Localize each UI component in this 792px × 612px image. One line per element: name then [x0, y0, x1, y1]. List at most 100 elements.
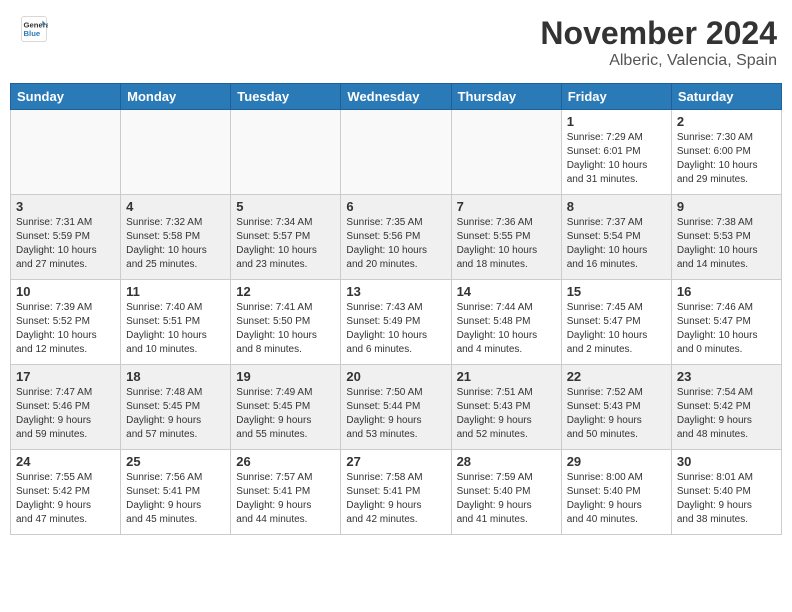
- day-info: Sunrise: 7:30 AM Sunset: 6:00 PM Dayligh…: [677, 131, 776, 187]
- calendar-day: 30 Sunrise: 8:01 AM Sunset: 5:40 PM Dayli…: [671, 450, 781, 535]
- day-number: 12: [236, 284, 335, 299]
- calendar-header-row: SundayMondayTuesdayWednesdayThursdayFrid…: [11, 84, 782, 110]
- calendar-day: 24 Sunrise: 7:55 AM Sunset: 5:42 PM Dayli…: [11, 450, 121, 535]
- location: Alberic, Valencia, Spain: [540, 52, 777, 70]
- logo-icon: General Blue: [20, 15, 48, 43]
- day-info: Sunrise: 7:52 AM Sunset: 5:43 PM Dayligh…: [567, 386, 666, 442]
- day-info: Sunrise: 7:39 AM Sunset: 5:52 PM Dayligh…: [16, 301, 115, 357]
- calendar-day: 1 Sunrise: 7:29 AM Sunset: 6:01 PM Daylig…: [561, 110, 671, 195]
- day-info: Sunrise: 8:01 AM Sunset: 5:40 PM Dayligh…: [677, 471, 776, 527]
- day-number: 17: [16, 369, 115, 384]
- calendar-day: 29Sunrise: 8:00 AM Sunset: 5:40 PM Dayli…: [561, 450, 671, 535]
- calendar-day: 8 Sunrise: 7:37 AM Sunset: 5:54 PM Daylig…: [561, 195, 671, 280]
- calendar-day: [11, 110, 121, 195]
- title-block: November 2024 Alberic, Valencia, Spain: [540, 15, 777, 70]
- day-number: 13: [346, 284, 445, 299]
- day-number: 20: [346, 369, 445, 384]
- day-info: Sunrise: 7:37 AM Sunset: 5:54 PM Dayligh…: [567, 216, 666, 272]
- day-number: 2: [677, 114, 776, 129]
- col-header-saturday: Saturday: [671, 84, 781, 110]
- calendar-day: 16 Sunrise: 7:46 AM Sunset: 5:47 PM Dayli…: [671, 280, 781, 365]
- day-info: Sunrise: 7:49 AM Sunset: 5:45 PM Dayligh…: [236, 386, 335, 442]
- calendar-day: 21Sunrise: 7:51 AM Sunset: 5:43 PM Dayli…: [451, 365, 561, 450]
- col-header-friday: Friday: [561, 84, 671, 110]
- day-info: Sunrise: 8:00 AM Sunset: 5:40 PM Dayligh…: [567, 471, 666, 527]
- day-number: 24: [16, 454, 115, 469]
- day-info: Sunrise: 7:48 AM Sunset: 5:45 PM Dayligh…: [126, 386, 225, 442]
- calendar-table: SundayMondayTuesdayWednesdayThursdayFrid…: [10, 83, 782, 535]
- calendar-week-row-2: 10 Sunrise: 7:39 AM Sunset: 5:52 PM Dayli…: [11, 280, 782, 365]
- day-number: 27: [346, 454, 445, 469]
- day-info: Sunrise: 7:57 AM Sunset: 5:41 PM Dayligh…: [236, 471, 335, 527]
- day-info: Sunrise: 7:43 AM Sunset: 5:49 PM Dayligh…: [346, 301, 445, 357]
- logo: General Blue: [20, 15, 48, 43]
- day-number: 14: [457, 284, 556, 299]
- calendar-day: 12 Sunrise: 7:41 AM Sunset: 5:50 PM Dayli…: [231, 280, 341, 365]
- day-number: 8: [567, 199, 666, 214]
- calendar-day: 14 Sunrise: 7:44 AM Sunset: 5:48 PM Dayli…: [451, 280, 561, 365]
- day-number: 6: [346, 199, 445, 214]
- calendar-day: [341, 110, 451, 195]
- calendar-day: [231, 110, 341, 195]
- calendar-day: 3Sunrise: 7:31 AM Sunset: 5:59 PM Daylig…: [11, 195, 121, 280]
- svg-text:General: General: [24, 21, 49, 30]
- calendar-day: 4 Sunrise: 7:32 AM Sunset: 5:58 PM Daylig…: [121, 195, 231, 280]
- day-number: 11: [126, 284, 225, 299]
- col-header-wednesday: Wednesday: [341, 84, 451, 110]
- day-info: Sunrise: 7:45 AM Sunset: 5:47 PM Dayligh…: [567, 301, 666, 357]
- day-number: 22: [567, 369, 666, 384]
- calendar-day: 10 Sunrise: 7:39 AM Sunset: 5:52 PM Dayli…: [11, 280, 121, 365]
- calendar-day: 23 Sunrise: 7:54 AM Sunset: 5:42 PM Dayli…: [671, 365, 781, 450]
- calendar-week-row-3: 17 Sunrise: 7:47 AM Sunset: 5:46 PM Dayli…: [11, 365, 782, 450]
- calendar-day: 20Sunrise: 7:50 AM Sunset: 5:44 PM Dayli…: [341, 365, 451, 450]
- svg-text:Blue: Blue: [24, 29, 41, 38]
- day-number: 23: [677, 369, 776, 384]
- day-info: Sunrise: 7:35 AM Sunset: 5:56 PM Dayligh…: [346, 216, 445, 272]
- day-number: 25: [126, 454, 225, 469]
- day-number: 30: [677, 454, 776, 469]
- day-number: 16: [677, 284, 776, 299]
- calendar-day: 28 Sunrise: 7:59 AM Sunset: 5:40 PM Dayli…: [451, 450, 561, 535]
- calendar-day: 17 Sunrise: 7:47 AM Sunset: 5:46 PM Dayli…: [11, 365, 121, 450]
- calendar-day: 15 Sunrise: 7:45 AM Sunset: 5:47 PM Dayli…: [561, 280, 671, 365]
- calendar-day: 5Sunrise: 7:34 AM Sunset: 5:57 PM Daylig…: [231, 195, 341, 280]
- day-number: 7: [457, 199, 556, 214]
- calendar-day: 13 Sunrise: 7:43 AM Sunset: 5:49 PM Dayli…: [341, 280, 451, 365]
- day-number: 3: [16, 199, 115, 214]
- day-info: Sunrise: 7:44 AM Sunset: 5:48 PM Dayligh…: [457, 301, 556, 357]
- day-info: Sunrise: 7:32 AM Sunset: 5:58 PM Dayligh…: [126, 216, 225, 272]
- day-number: 15: [567, 284, 666, 299]
- calendar-day: 18 Sunrise: 7:48 AM Sunset: 5:45 PM Dayli…: [121, 365, 231, 450]
- day-number: 9: [677, 199, 776, 214]
- day-number: 26: [236, 454, 335, 469]
- day-info: Sunrise: 7:47 AM Sunset: 5:46 PM Dayligh…: [16, 386, 115, 442]
- day-info: Sunrise: 7:59 AM Sunset: 5:40 PM Dayligh…: [457, 471, 556, 527]
- col-header-thursday: Thursday: [451, 84, 561, 110]
- calendar-week-row-4: 24 Sunrise: 7:55 AM Sunset: 5:42 PM Dayli…: [11, 450, 782, 535]
- calendar-day: 19 Sunrise: 7:49 AM Sunset: 5:45 PM Dayli…: [231, 365, 341, 450]
- calendar-day: 6 Sunrise: 7:35 AM Sunset: 5:56 PM Daylig…: [341, 195, 451, 280]
- day-info: Sunrise: 7:36 AM Sunset: 5:55 PM Dayligh…: [457, 216, 556, 272]
- day-number: 4: [126, 199, 225, 214]
- calendar-day: 22 Sunrise: 7:52 AM Sunset: 5:43 PM Dayli…: [561, 365, 671, 450]
- day-number: 1: [567, 114, 666, 129]
- day-info: Sunrise: 7:46 AM Sunset: 5:47 PM Dayligh…: [677, 301, 776, 357]
- day-number: 28: [457, 454, 556, 469]
- day-info: Sunrise: 7:29 AM Sunset: 6:01 PM Dayligh…: [567, 131, 666, 187]
- day-number: 18: [126, 369, 225, 384]
- calendar-day: 2 Sunrise: 7:30 AM Sunset: 6:00 PM Daylig…: [671, 110, 781, 195]
- calendar-week-row-0: 1 Sunrise: 7:29 AM Sunset: 6:01 PM Daylig…: [11, 110, 782, 195]
- calendar-day: [451, 110, 561, 195]
- calendar-day: 26 Sunrise: 7:57 AM Sunset: 5:41 PM Dayli…: [231, 450, 341, 535]
- day-info: Sunrise: 7:55 AM Sunset: 5:42 PM Dayligh…: [16, 471, 115, 527]
- day-info: Sunrise: 7:41 AM Sunset: 5:50 PM Dayligh…: [236, 301, 335, 357]
- day-number: 19: [236, 369, 335, 384]
- day-info: Sunrise: 7:51 AM Sunset: 5:43 PM Dayligh…: [457, 386, 556, 442]
- day-info: Sunrise: 7:58 AM Sunset: 5:41 PM Dayligh…: [346, 471, 445, 527]
- day-info: Sunrise: 7:54 AM Sunset: 5:42 PM Dayligh…: [677, 386, 776, 442]
- day-info: Sunrise: 7:34 AM Sunset: 5:57 PM Dayligh…: [236, 216, 335, 272]
- month-title: November 2024: [540, 15, 777, 52]
- day-info: Sunrise: 7:38 AM Sunset: 5:53 PM Dayligh…: [677, 216, 776, 272]
- day-number: 10: [16, 284, 115, 299]
- col-header-monday: Monday: [121, 84, 231, 110]
